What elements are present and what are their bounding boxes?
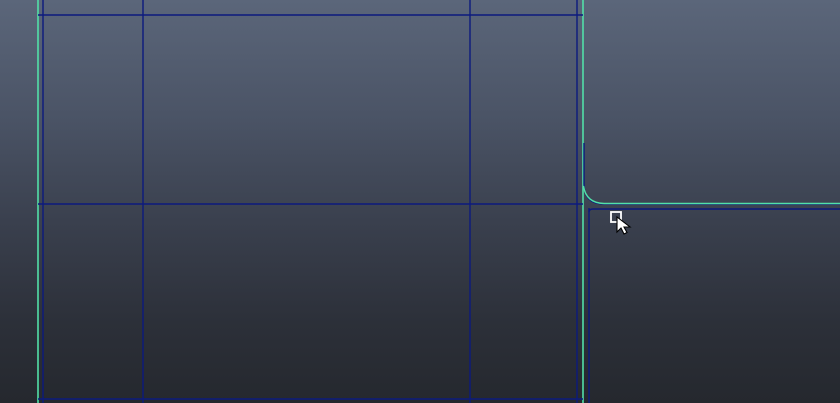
- viewport-3d[interactable]: [0, 0, 840, 403]
- wireframe-scene[interactable]: [0, 0, 840, 403]
- select-cursor-icon: [610, 211, 632, 235]
- mesh-corner-curve[interactable]: [583, 143, 840, 205]
- mesh-corner-highlight: [582, 185, 840, 205]
